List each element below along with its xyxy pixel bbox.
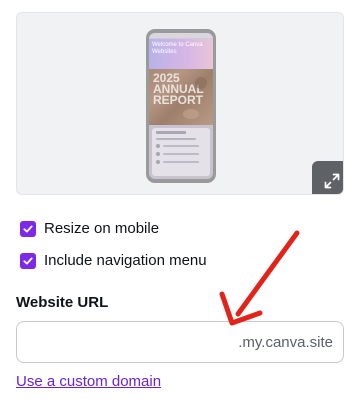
website-url-input[interactable] xyxy=(29,333,239,351)
resize-on-mobile-label: Resize on mobile xyxy=(44,220,160,237)
use-custom-domain-link[interactable]: Use a custom domain xyxy=(16,373,161,390)
include-navigation-menu-checkbox[interactable] xyxy=(20,252,36,269)
website-url-suffix: .my.canva.site xyxy=(238,333,333,351)
phone-hero-photo: 2025 ANNUAL REPORT xyxy=(149,69,213,125)
include-navigation-menu-option[interactable]: Include navigation menu xyxy=(20,252,207,269)
check-icon xyxy=(23,257,33,264)
site-preview-panel: Welcome to Canva Websites 2025 ANNUAL RE… xyxy=(16,12,344,195)
phone-screen: Welcome to Canva Websites 2025 ANNUAL RE… xyxy=(149,33,213,179)
resize-on-mobile-checkbox[interactable] xyxy=(20,220,36,237)
check-icon xyxy=(23,225,33,232)
website-url-field[interactable]: .my.canva.site xyxy=(16,321,344,363)
phone-content-card xyxy=(152,128,210,176)
expand-preview-button[interactable] xyxy=(312,161,343,194)
mobile-preview-phone: Welcome to Canva Websites 2025 ANNUAL RE… xyxy=(146,29,216,183)
resize-on-mobile-option[interactable]: Resize on mobile xyxy=(20,220,159,237)
include-navigation-menu-label: Include navigation menu xyxy=(44,252,207,269)
phone-hero-banner: Welcome to Canva Websites xyxy=(149,39,213,69)
phone-hero-text: Welcome to Canva Websites xyxy=(152,42,203,55)
expand-icon xyxy=(324,173,340,189)
phone-photo-text: 2025 ANNUAL REPORT xyxy=(153,71,204,107)
website-url-label: Website URL xyxy=(16,294,109,311)
